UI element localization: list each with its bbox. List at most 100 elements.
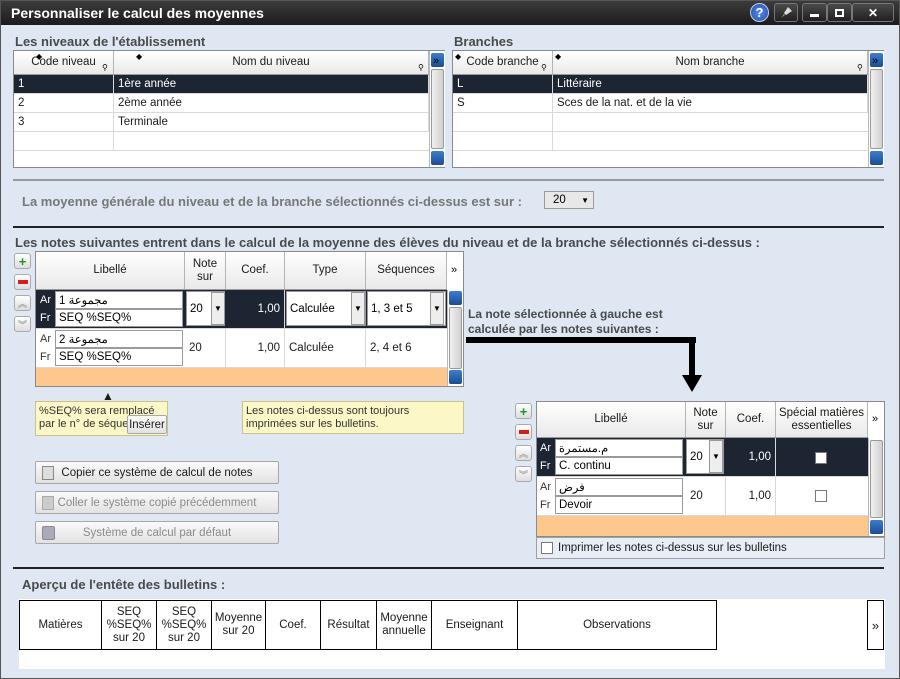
moyenne-select[interactable]: 20 ▼	[544, 191, 594, 209]
col-type[interactable]: Type	[285, 252, 366, 289]
scroll-up-icon[interactable]	[449, 291, 462, 305]
special-checkbox[interactable]	[815, 452, 827, 464]
cell-coef[interactable]: 1,00	[226, 329, 285, 367]
new-row[interactable]	[537, 516, 868, 536]
print-checkbox[interactable]	[541, 542, 553, 554]
table-row[interactable]: L Littéraire	[453, 75, 868, 94]
libelle-fr-input[interactable]: C. continu	[555, 457, 683, 475]
minimize-icon[interactable]	[802, 3, 827, 22]
cell-coef[interactable]: 1,00	[726, 438, 776, 476]
move-up-icon[interactable]: ︽	[14, 295, 31, 311]
table-row[interactable]: Ar Fr مجموعة 2 SEQ %SEQ% 20 1,00 Calculé…	[36, 329, 447, 368]
expand-icon[interactable]: »	[433, 55, 439, 67]
lang-label: Fr	[40, 312, 51, 324]
libelle-ar-input[interactable]: فرض	[555, 478, 683, 496]
cell-type[interactable]: Calculée	[285, 329, 366, 367]
libelle-ar-input[interactable]: مجموعة 2	[55, 330, 183, 348]
expand-icon[interactable]: »	[872, 413, 878, 425]
defaut-button[interactable]: Système de calcul par défaut	[35, 521, 279, 544]
libelle-fr-input[interactable]: Devoir	[555, 496, 683, 514]
col-code-niveau[interactable]: Code niveau	[14, 51, 114, 74]
cell-sequences[interactable]: 2, 4 et 6	[366, 329, 447, 367]
table-row[interactable]: S Sces de la nat. et de la vie	[453, 94, 868, 113]
col-nom-branche[interactable]: Nom branche	[553, 51, 868, 74]
cell-nom: 1ère année	[114, 75, 429, 93]
connector-line	[466, 337, 696, 343]
key-icon: ⚲	[102, 63, 108, 72]
table-row[interactable]: 1 1ère année	[14, 75, 429, 94]
inserer-button[interactable]: Insérer	[127, 415, 167, 434]
chevron-down-icon[interactable]: ▼	[709, 440, 723, 473]
move-down-icon[interactable]: ︾	[14, 316, 31, 332]
calc-note: La note sélectionnée à gauche est calcul…	[468, 307, 663, 336]
branches-scrollbar[interactable]	[868, 51, 884, 167]
chevron-down-icon[interactable]: ▼	[430, 292, 444, 325]
libelle-fr-input[interactable]: SEQ %SEQ%	[55, 348, 183, 366]
coller-button[interactable]: Coller le système copié précédemment	[35, 491, 279, 514]
sort-icon: ◆	[555, 52, 562, 61]
move-up-icon[interactable]: ︽	[515, 445, 532, 461]
col-special[interactable]: Spécial matières essentielles	[776, 402, 868, 437]
libelle-fr-input[interactable]: SEQ %SEQ%	[55, 309, 183, 327]
help-icon[interactable]: ?	[750, 3, 769, 22]
maximize-icon[interactable]	[827, 3, 852, 22]
add-icon[interactable]: +	[14, 253, 31, 269]
table-row[interactable]: Ar Fr مجموعة 1 SEQ %SEQ% 20 ▼ 1,00 Calcu…	[36, 290, 447, 329]
table-row[interactable]: Ar Fr م.مستمرة C. continu 20 ▼ 1,00	[537, 438, 868, 477]
apercu-area: Matières SEQ %SEQ% sur 20 SEQ %SEQ% sur …	[19, 599, 885, 669]
col-sequences[interactable]: Séquences	[366, 252, 447, 289]
col-coef[interactable]: Coef.	[726, 402, 776, 437]
expand-icon[interactable]: »	[867, 600, 884, 650]
scroll-thumb[interactable]	[870, 69, 883, 149]
table-row[interactable]: Ar Fr فرض Devoir 20 1,00	[537, 477, 868, 516]
scroll-thumb[interactable]	[431, 69, 444, 149]
copier-button[interactable]: Copier ce système de calcul de notes	[35, 461, 279, 484]
scroll-down-icon[interactable]	[870, 151, 883, 165]
apercu-header-row: Matières SEQ %SEQ% sur 20 SEQ %SEQ% sur …	[19, 600, 717, 650]
col-nom-niveau[interactable]: Nom du niveau	[114, 51, 429, 74]
niveaux-scrollbar[interactable]	[429, 51, 445, 167]
close-icon[interactable]: ✕	[852, 3, 894, 22]
cell-note-sur[interactable]: 20	[185, 329, 226, 367]
expand-icon[interactable]: »	[872, 55, 878, 67]
col-libelle[interactable]: Libellé	[36, 252, 185, 289]
new-row[interactable]	[36, 368, 447, 386]
col-libelle[interactable]: Libellé	[537, 402, 686, 437]
remove-icon[interactable]	[14, 274, 31, 290]
chevron-down-icon[interactable]: ▼	[211, 292, 225, 325]
add-icon[interactable]: +	[515, 403, 532, 419]
apercu-col: SEQ %SEQ% sur 20	[157, 601, 212, 649]
expand-icon[interactable]: »	[451, 264, 457, 276]
libelle-ar-input[interactable]: م.مستمرة	[555, 439, 683, 457]
brush-icon[interactable]	[774, 3, 798, 22]
col-note-sur[interactable]: Note sur	[185, 252, 226, 289]
col-code-branche[interactable]: Code branche	[453, 51, 553, 74]
empty-row	[453, 132, 868, 151]
table-row[interactable]: 2 2ème année	[14, 94, 429, 113]
note-sur-value: 20	[690, 450, 703, 463]
cell-nom: Littéraire	[553, 75, 868, 93]
special-checkbox[interactable]	[815, 490, 827, 502]
apercu-col: Observations	[583, 618, 651, 631]
chevron-down-icon[interactable]: ▼	[351, 292, 365, 325]
scroll-thumb[interactable]	[449, 307, 462, 369]
lang-label: Ar	[40, 333, 51, 345]
scroll-down-icon[interactable]	[870, 520, 883, 534]
scroll-thumb[interactable]	[870, 440, 883, 518]
cell-nom: Sces de la nat. et de la vie	[553, 94, 868, 112]
libelle-ar-input[interactable]: مجموعة 1	[55, 291, 183, 309]
notes-scrollbar[interactable]	[447, 290, 463, 386]
scroll-down-icon[interactable]	[449, 370, 462, 384]
cell-note-sur[interactable]: 20	[686, 477, 726, 515]
remove-icon[interactable]	[515, 424, 532, 440]
col-coef[interactable]: Coef.	[226, 252, 285, 289]
cell-coef[interactable]: 1,00	[726, 477, 776, 515]
lang-label: Fr	[40, 351, 51, 363]
table-row[interactable]: 3 Terminale	[14, 113, 429, 132]
subnotes-scrollbar[interactable]	[868, 438, 884, 536]
move-down-icon[interactable]: ︾	[515, 466, 532, 482]
cell-coef[interactable]: 1,00	[226, 290, 285, 328]
sequences-value: 1, 3 et 5	[371, 302, 413, 315]
col-note-sur[interactable]: Note sur	[686, 402, 726, 437]
scroll-down-icon[interactable]	[431, 151, 444, 165]
